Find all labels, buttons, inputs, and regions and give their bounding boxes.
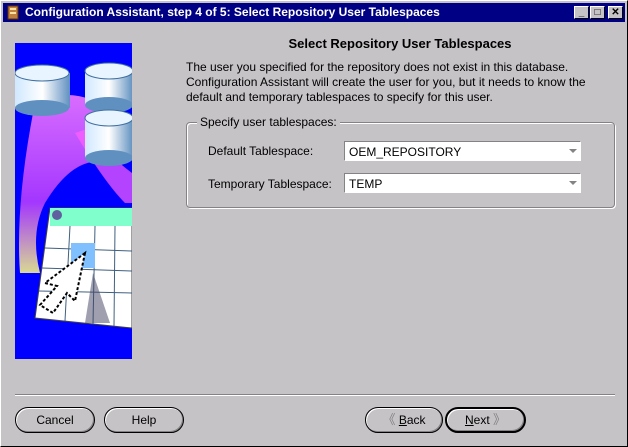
description-line: Configuration Assistant will create the …: [186, 75, 586, 89]
close-button[interactable]: ✕: [608, 6, 623, 19]
default-tablespace-label: Default Tablespace:: [208, 144, 314, 158]
chevron-left-icon: 《: [382, 412, 396, 427]
tablespaces-group: [186, 122, 615, 208]
temporary-tablespace-label: Temporary Tablespace:: [208, 177, 332, 191]
page-title: Select Repository User Tablespaces: [288, 36, 512, 51]
window-title: Configuration Assistant, step 4 of 5: Se…: [25, 5, 440, 19]
next-label: ext: [473, 413, 490, 427]
group-label: Specify user tablespaces:: [197, 115, 340, 129]
back-button[interactable]: 《 Back: [365, 407, 443, 433]
default-tablespace-value: OEM_REPOSITORY: [349, 145, 462, 159]
minimize-button[interactable]: _: [574, 6, 589, 19]
cancel-button[interactable]: Cancel: [15, 407, 95, 433]
cancel-label: Cancel: [36, 413, 74, 427]
wizard-window: Configuration Assistant, step 4 of 5: Se…: [0, 0, 628, 447]
description-line: The user you specified for the repositor…: [186, 60, 569, 74]
chevron-down-icon[interactable]: [569, 149, 577, 153]
app-icon: [7, 5, 19, 20]
description-text: The user you specified for the repositor…: [186, 60, 616, 105]
temporary-tablespace-select[interactable]: TEMP: [344, 173, 581, 193]
chevron-down-icon[interactable]: [569, 181, 577, 185]
help-button[interactable]: Help: [104, 407, 184, 433]
title-bar[interactable]: Configuration Assistant, step 4 of 5: Se…: [3, 3, 625, 22]
temporary-tablespace-value: TEMP: [349, 177, 383, 191]
help-label: Help: [131, 413, 157, 427]
default-tablespace-select[interactable]: OEM_REPOSITORY: [344, 141, 581, 161]
next-button[interactable]: Next 》: [445, 407, 526, 433]
chevron-right-icon: 》: [493, 412, 507, 427]
wizard-illustration: [15, 43, 132, 359]
maximize-button[interactable]: □: [590, 6, 605, 19]
back-mnemonic: B: [398, 413, 407, 427]
back-label: ack: [406, 413, 426, 427]
next-mnemonic: N: [464, 413, 474, 427]
divider: [15, 394, 615, 396]
description-line: default and temporary tablespaces to spe…: [186, 90, 493, 104]
